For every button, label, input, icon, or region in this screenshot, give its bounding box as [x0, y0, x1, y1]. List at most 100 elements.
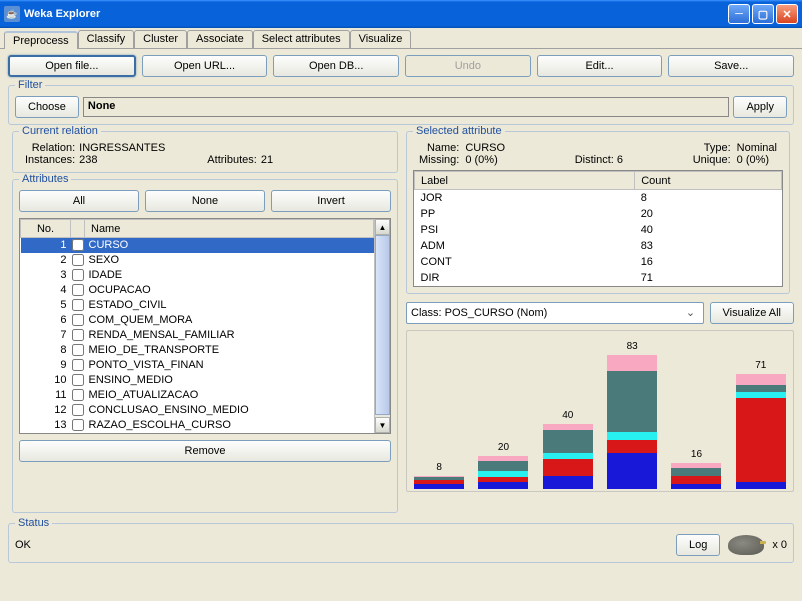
row-checkbox[interactable] — [72, 254, 84, 266]
choose-filter-button[interactable]: Choose — [15, 96, 79, 118]
select-all-button[interactable]: All — [19, 190, 139, 212]
table-row[interactable]: 7RENDA_MENSAL_FAMILIAR — [21, 328, 374, 343]
row-checkbox[interactable] — [72, 314, 84, 326]
table-row[interactable]: 4OCUPACAO — [21, 283, 374, 298]
chart-bar: 83 — [607, 355, 657, 489]
undo-button[interactable]: Undo — [405, 55, 531, 77]
status-group: Status OK Log x 0 — [8, 523, 794, 563]
row-checkbox[interactable] — [72, 404, 84, 416]
tab-associate[interactable]: Associate — [187, 30, 253, 48]
status-title: Status — [15, 517, 52, 529]
filter-group: Filter Choose None Apply — [8, 85, 794, 125]
tab-classify[interactable]: Classify — [78, 30, 135, 48]
sa-type-label: Type: — [693, 142, 731, 154]
attributes-group: Attributes All None Invert No. Name — [12, 179, 398, 513]
tabs: PreprocessClassifyClusterAssociateSelect… — [0, 28, 802, 49]
instances-value: 238 — [79, 154, 203, 166]
remove-button[interactable]: Remove — [19, 440, 391, 462]
scrollbar[interactable]: ▲ ▼ — [374, 219, 390, 433]
table-row[interactable]: 5ESTADO_CIVIL — [21, 298, 374, 313]
scroll-down-icon[interactable]: ▼ — [375, 417, 390, 433]
instances-label: Instances: — [25, 154, 75, 166]
col-no[interactable]: No. — [21, 220, 71, 238]
window-title: Weka Explorer — [24, 8, 728, 20]
row-checkbox[interactable] — [72, 419, 84, 431]
chart-bar: 8 — [414, 476, 464, 489]
open-url-button[interactable]: Open URL... — [142, 55, 268, 77]
tab-preprocess[interactable]: Preprocess — [4, 31, 78, 49]
table-row[interactable]: 1CURSO — [21, 238, 374, 253]
sa-distinct-value: 6 — [617, 154, 623, 166]
save-button[interactable]: Save... — [668, 55, 794, 77]
row-checkbox[interactable] — [72, 389, 84, 401]
attributes-value: 21 — [261, 154, 385, 166]
invert-selection-button[interactable]: Invert — [271, 190, 391, 212]
attributes-title: Attributes — [19, 173, 71, 185]
sa-type-value: Nominal — [737, 142, 777, 154]
row-checkbox[interactable] — [72, 359, 84, 371]
table-row[interactable]: JOR8 — [415, 190, 782, 206]
row-checkbox[interactable] — [72, 374, 84, 386]
table-row[interactable]: DIR71 — [415, 270, 782, 286]
chart-bar: 20 — [478, 456, 528, 488]
row-checkbox[interactable] — [72, 299, 84, 311]
row-checkbox[interactable] — [72, 239, 84, 251]
table-row[interactable]: PP20 — [415, 206, 782, 222]
sa-distinct-label: Distinct: — [575, 154, 614, 166]
class-select[interactable]: Class: POS_CURSO (Nom) ⌄ — [406, 302, 704, 324]
relation-value: INGRESSANTES — [79, 142, 203, 154]
weka-bird-icon — [728, 535, 764, 555]
sa-name-label: Name: — [419, 142, 459, 154]
tab-cluster[interactable]: Cluster — [134, 30, 187, 48]
sa-unique-label: Unique: — [693, 154, 731, 166]
label-count-table: Label Count JOR8PP20PSI40ADM83CONT16DIR7… — [413, 170, 783, 287]
col-count[interactable]: Count — [635, 172, 782, 190]
attributes-table: No. Name 1CURSO2SEXO3IDADE4OCUPACAO5ESTA… — [19, 218, 391, 434]
row-checkbox[interactable] — [72, 344, 84, 356]
table-row[interactable]: PSI40 — [415, 222, 782, 238]
table-row[interactable]: ADM83 — [415, 238, 782, 254]
tab-visualize[interactable]: Visualize — [350, 30, 412, 48]
edit-button[interactable]: Edit... — [537, 55, 663, 77]
tab-select-attributes[interactable]: Select attributes — [253, 30, 350, 48]
table-row[interactable]: CONT16 — [415, 254, 782, 270]
table-row[interactable]: 10ENSINO_MEDIO — [21, 373, 374, 388]
table-row[interactable]: 8MEIO_DE_TRANSPORTE — [21, 343, 374, 358]
minimize-button[interactable]: ─ — [728, 4, 750, 24]
row-checkbox[interactable] — [72, 329, 84, 341]
row-checkbox[interactable] — [72, 269, 84, 281]
col-name[interactable]: Name — [85, 220, 374, 238]
select-none-button[interactable]: None — [145, 190, 265, 212]
col-label[interactable]: Label — [415, 172, 635, 190]
row-checkbox[interactable] — [72, 284, 84, 296]
scroll-up-icon[interactable]: ▲ — [375, 219, 390, 235]
visualize-all-button[interactable]: Visualize All — [710, 302, 795, 324]
table-row[interactable]: 12CONCLUSAO_ENSINO_MEDIO — [21, 403, 374, 418]
chart-bar: 16 — [671, 463, 721, 489]
log-button[interactable]: Log — [676, 534, 720, 556]
table-row[interactable]: 13RAZAO_ESCOLHA_CURSO — [21, 418, 374, 433]
relation-label: Relation: — [25, 142, 75, 154]
table-row[interactable]: 9PONTO_VISTA_FINAN — [21, 358, 374, 373]
open-file-button[interactable]: Open file... — [8, 55, 136, 77]
selected-attribute-title: Selected attribute — [413, 125, 505, 137]
close-button[interactable]: ✕ — [776, 4, 798, 24]
filter-value[interactable]: None — [83, 97, 730, 117]
col-check[interactable] — [71, 220, 85, 238]
table-row[interactable]: 3IDADE — [21, 268, 374, 283]
attributes-label: Attributes: — [207, 154, 257, 166]
current-relation-title: Current relation — [19, 125, 101, 137]
table-row[interactable]: 2SEXO — [21, 253, 374, 268]
table-row[interactable]: 6COM_QUEM_MORA — [21, 313, 374, 328]
sa-unique-value: 0 (0%) — [737, 154, 777, 166]
java-icon: ☕ — [4, 6, 20, 22]
titlebar: ☕ Weka Explorer ─ ▢ ✕ — [0, 0, 802, 28]
apply-filter-button[interactable]: Apply — [733, 96, 787, 118]
scroll-thumb[interactable] — [375, 235, 390, 415]
maximize-button[interactable]: ▢ — [752, 4, 774, 24]
status-text: OK — [15, 539, 668, 551]
chart-bar: 40 — [543, 424, 593, 489]
open-db-button[interactable]: Open DB... — [273, 55, 399, 77]
bird-count: x 0 — [772, 539, 787, 551]
table-row[interactable]: 11MEIO_ATUALIZACAO — [21, 388, 374, 403]
